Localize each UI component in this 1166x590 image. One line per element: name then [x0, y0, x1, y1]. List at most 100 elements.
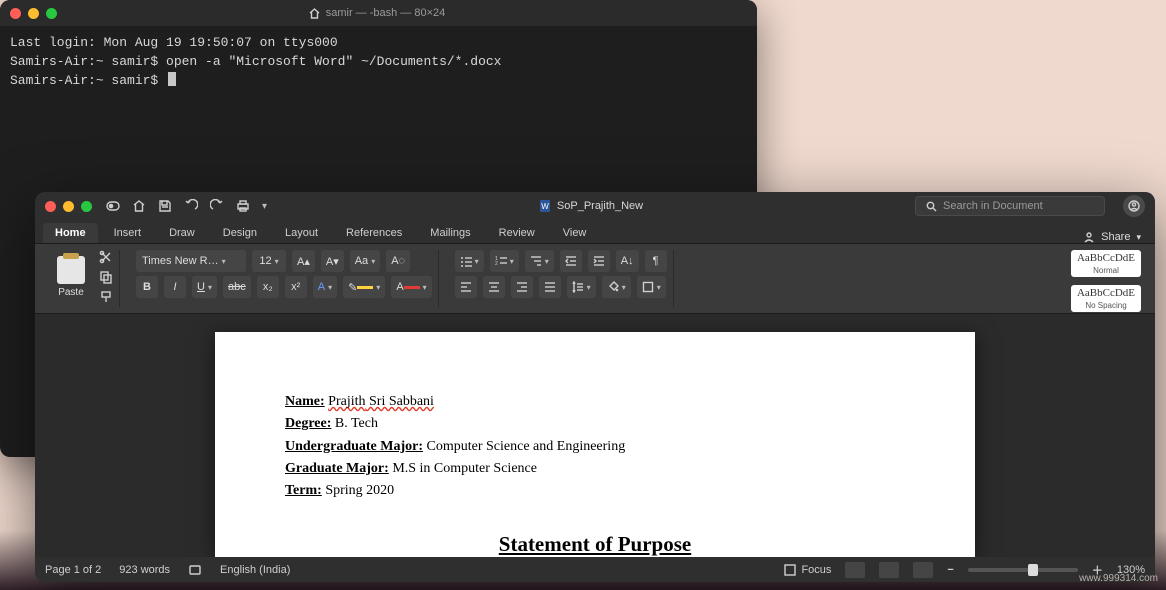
tab-review[interactable]: Review — [487, 223, 547, 243]
minimize-icon[interactable] — [63, 201, 74, 212]
tab-home[interactable]: Home — [43, 223, 98, 243]
quick-access-toolbar: ▾ — [106, 199, 267, 213]
terminal-prompt-1: Samirs-Air:~ samir$ — [10, 54, 166, 69]
multilevel-list-button[interactable] — [525, 250, 554, 272]
font-group: Times New R… 12 A▴ A▾ Aa A◌ B I U abc x₂… — [130, 250, 439, 307]
minimize-icon[interactable] — [28, 8, 39, 19]
qat-chevron-icon[interactable]: ▾ — [262, 201, 267, 212]
print-icon[interactable] — [236, 199, 250, 213]
svg-text:2: 2 — [495, 261, 498, 267]
word-window: ▾ W SoP_Prajith_New Search in Document H… — [35, 192, 1155, 582]
account-icon[interactable] — [1123, 195, 1145, 217]
redo-icon[interactable] — [210, 199, 224, 213]
style-nospacing-preview: AaBbCcDdE — [1077, 287, 1135, 299]
bold-button[interactable]: B — [136, 276, 158, 298]
watermark: www.999314.com — [1079, 573, 1158, 584]
borders-icon — [642, 281, 654, 293]
clear-formatting-button[interactable]: A◌ — [386, 250, 410, 272]
tab-layout[interactable]: Layout — [273, 223, 330, 243]
zoom-out-button[interactable]: − — [947, 564, 953, 576]
underline-button[interactable]: U — [192, 276, 217, 298]
page[interactable]: Name: Prajith Sri Sabbani Degree: B. Tec… — [215, 332, 975, 557]
superscript-button[interactable]: x² — [285, 276, 307, 298]
style-nospacing-label: No Spacing — [1085, 301, 1126, 310]
view-outline-button[interactable] — [913, 562, 933, 578]
status-words[interactable]: 923 words — [119, 564, 170, 576]
spellcheck-icon[interactable] — [188, 563, 202, 577]
tab-mailings[interactable]: Mailings — [418, 223, 482, 243]
bullets-button[interactable] — [455, 250, 484, 272]
text-effects-button[interactable]: A — [313, 276, 337, 298]
justify-button[interactable] — [539, 276, 561, 298]
paste-button[interactable]: Paste — [49, 250, 93, 304]
tab-draw[interactable]: Draw — [157, 223, 207, 243]
autosave-toggle[interactable] — [106, 199, 120, 213]
highlight-button[interactable]: ✎ — [343, 276, 385, 298]
status-language[interactable]: English (India) — [220, 564, 290, 576]
search-input[interactable]: Search in Document — [915, 196, 1105, 216]
grad-value: M.S in Computer Science — [389, 461, 537, 476]
shading-button[interactable] — [602, 276, 631, 298]
subscript-button[interactable]: x₂ — [257, 276, 279, 298]
view-web-layout-button[interactable] — [879, 562, 899, 578]
highlight-icon: ✎ — [348, 281, 357, 294]
document-area[interactable]: Name: Prajith Sri Sabbani Degree: B. Tec… — [35, 314, 1155, 557]
align-left-icon — [460, 281, 472, 293]
terminal-line-1: Last login: Mon Aug 19 19:50:07 on ttys0… — [10, 35, 338, 50]
sort-button[interactable]: A↓ — [616, 250, 639, 272]
tab-view[interactable]: View — [551, 223, 599, 243]
close-icon[interactable] — [45, 201, 56, 212]
save-icon[interactable] — [158, 199, 172, 213]
terminal-titlebar[interactable]: samir — -bash — 80×24 — [0, 0, 757, 26]
focus-mode-button[interactable]: Focus — [784, 564, 831, 576]
search-icon — [926, 201, 937, 212]
maximize-icon[interactable] — [46, 8, 57, 19]
doc-line-grad: Graduate Major: M.S in Computer Science — [285, 459, 905, 479]
numbering-button[interactable]: 12 — [490, 250, 519, 272]
borders-button[interactable] — [637, 276, 666, 298]
paragraph-group: 12 A↓ ¶ — [449, 250, 674, 307]
zoom-slider[interactable] — [968, 568, 1078, 572]
align-center-button[interactable] — [483, 276, 505, 298]
font-family-select[interactable]: Times New R… — [136, 250, 246, 272]
tab-design[interactable]: Design — [211, 223, 269, 243]
sop-heading: Statement of Purpose — [285, 529, 905, 557]
strikethrough-button[interactable]: abc — [223, 276, 251, 298]
view-print-layout-button[interactable] — [845, 562, 865, 578]
tab-insert[interactable]: Insert — [102, 223, 154, 243]
format-painter-icon[interactable] — [99, 290, 113, 304]
font-size-select[interactable]: 12 — [252, 250, 286, 272]
change-case-button[interactable]: Aa — [350, 250, 380, 272]
italic-button[interactable]: I — [164, 276, 186, 298]
align-left-button[interactable] — [455, 276, 477, 298]
ug-label: Undergraduate Major: — [285, 439, 423, 454]
increase-indent-button[interactable] — [588, 250, 610, 272]
align-right-button[interactable] — [511, 276, 533, 298]
copy-icon[interactable] — [99, 270, 113, 284]
home-file-icon[interactable] — [132, 199, 146, 213]
terminal-cursor — [168, 72, 176, 86]
cut-icon[interactable] — [99, 250, 113, 264]
decrease-indent-button[interactable] — [560, 250, 582, 272]
tab-references[interactable]: References — [334, 223, 414, 243]
doc-line-degree: Degree: B. Tech — [285, 414, 905, 434]
close-icon[interactable] — [10, 8, 21, 19]
maximize-icon[interactable] — [81, 201, 92, 212]
align-right-icon — [516, 281, 528, 293]
style-normal[interactable]: AaBbCcDdE Normal — [1071, 250, 1141, 277]
undo-icon[interactable] — [184, 199, 198, 213]
word-titlebar[interactable]: ▾ W SoP_Prajith_New Search in Document — [35, 192, 1155, 220]
show-marks-button[interactable]: ¶ — [645, 250, 667, 272]
shrink-font-button[interactable]: A▾ — [321, 250, 344, 272]
style-no-spacing[interactable]: AaBbCcDdE No Spacing — [1071, 285, 1141, 312]
grow-font-button[interactable]: A▴ — [292, 250, 315, 272]
share-button[interactable]: Share ▾ — [1083, 231, 1147, 243]
bucket-icon — [607, 281, 619, 293]
status-page[interactable]: Page 1 of 2 — [45, 564, 101, 576]
zoom-slider-thumb[interactable] — [1028, 564, 1038, 576]
font-color-button[interactable]: A — [391, 276, 431, 298]
numbering-icon: 12 — [495, 255, 507, 267]
line-spacing-button[interactable] — [567, 276, 596, 298]
clipboard-group: Paste — [43, 250, 120, 307]
font-color-icon: A — [396, 281, 403, 293]
